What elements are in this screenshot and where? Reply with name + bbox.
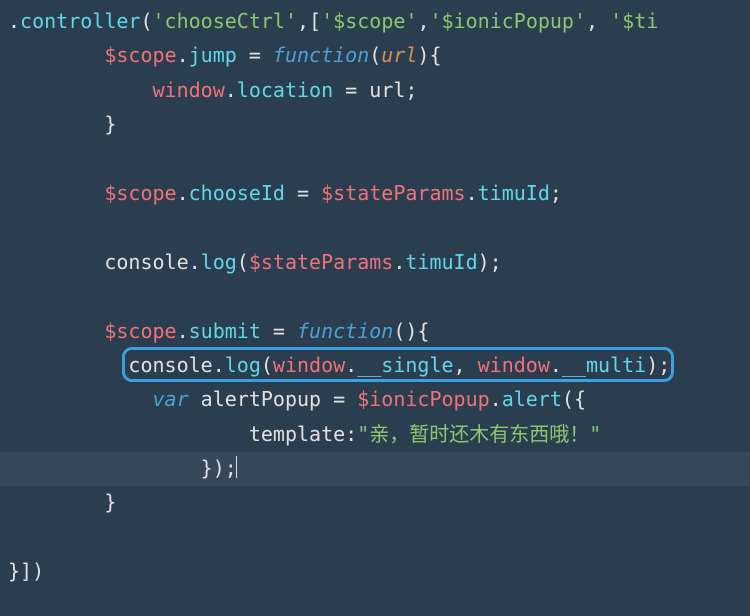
code-line: $scope.chooseId = $stateParams.timuId;: [8, 176, 750, 210]
code-line: console.log($stateParams.timuId);: [8, 245, 750, 279]
string: '$scope': [321, 9, 417, 33]
obj-scope: $scope: [104, 319, 176, 343]
indent: [8, 112, 104, 136]
string: "亲，暂时还木有东西哦！": [357, 422, 601, 446]
punct: ,: [417, 9, 429, 33]
prop-multi: __multi: [562, 353, 646, 377]
colon: :: [345, 422, 357, 446]
selection-highlight: console.log(window.__single, window.__mu…: [128, 348, 670, 382]
paren: ){: [417, 43, 441, 67]
dot: .: [490, 387, 502, 411]
method-log: log: [225, 353, 261, 377]
code-line-blank: [8, 520, 750, 554]
dot: .: [8, 9, 20, 33]
code-line-cursor: });: [8, 451, 750, 485]
code-line: .controller('chooseCtrl',['$scope','$ion…: [8, 4, 750, 38]
paren: (: [369, 43, 381, 67]
paren: (: [237, 250, 249, 274]
method-alert: alert: [502, 387, 562, 411]
text-cursor: [236, 456, 238, 478]
obj-console: console.: [104, 250, 200, 274]
prop-single: __single: [357, 353, 453, 377]
indent: [8, 43, 104, 67]
code-line: }: [8, 107, 750, 141]
code-line: $scope.jump = function(url){: [8, 38, 750, 72]
punct: ,: [586, 9, 610, 33]
indent: [8, 422, 249, 446]
code-editor[interactable]: .controller('chooseCtrl',['$scope','$ion…: [8, 4, 750, 589]
dot: .: [345, 353, 357, 377]
code-line-blank: [8, 210, 750, 244]
brace-close: }]): [8, 559, 44, 583]
paren: (: [140, 9, 152, 33]
obj-scope: $scope: [104, 43, 176, 67]
code-line-blank: [8, 279, 750, 313]
obj-ionicPopup: $ionicPopup: [357, 387, 489, 411]
prop-chooseId: chooseId: [189, 181, 285, 205]
dot: .: [177, 43, 189, 67]
dot: .: [466, 181, 478, 205]
obj-scope: $scope: [104, 181, 176, 205]
eq: =: [237, 43, 273, 67]
kw-function: function: [297, 319, 393, 343]
indent: [8, 78, 153, 102]
eq: =: [261, 319, 297, 343]
indent: [8, 353, 128, 377]
prop-timuId: timuId: [405, 250, 477, 274]
prop-jump: jump: [189, 43, 237, 67]
obj-stateParams: $stateParams: [321, 181, 466, 205]
paren: );: [646, 353, 670, 377]
obj-window: window: [153, 78, 225, 102]
string: '$ionicPopup': [429, 9, 586, 33]
method-log: log: [201, 250, 237, 274]
obj-console: console.: [128, 353, 224, 377]
dot: .: [177, 319, 189, 343]
parens: (){: [393, 319, 429, 343]
obj-window: window: [478, 353, 550, 377]
prop-submit: submit: [189, 319, 261, 343]
comma: ,: [454, 353, 478, 377]
kw-function: function: [273, 43, 369, 67]
obj-window: window: [273, 353, 345, 377]
code-line: template:"亲，暂时还木有东西哦！": [8, 417, 750, 451]
indent: [8, 319, 104, 343]
eq: = url;: [333, 78, 417, 102]
prop-location: location: [237, 78, 333, 102]
indent: [8, 387, 153, 411]
kw-var: var: [153, 387, 189, 411]
brace-close: });: [201, 456, 237, 480]
indent: [8, 490, 104, 514]
string: '$ti: [610, 9, 658, 33]
code-line: $scope.submit = function(){: [8, 314, 750, 348]
method-controller: controller: [20, 9, 140, 33]
code-line: var alertPopup = $ionicPopup.alert({: [8, 382, 750, 416]
paren: ({: [562, 387, 586, 411]
indent: [8, 250, 104, 274]
code-line: }: [8, 485, 750, 519]
brace: }: [104, 112, 116, 136]
var-decl: alertPopup =: [189, 387, 358, 411]
paren: );: [478, 250, 502, 274]
code-line-highlighted: console.log(window.__single, window.__mu…: [8, 348, 750, 382]
semi: ;: [550, 181, 562, 205]
punct: ,[: [297, 9, 321, 33]
eq: =: [285, 181, 321, 205]
string: 'chooseCtrl': [153, 9, 298, 33]
dot: .: [550, 353, 562, 377]
dot: .: [393, 250, 405, 274]
paren: (: [261, 353, 273, 377]
indent: [8, 181, 104, 205]
param-url: url: [381, 43, 417, 67]
code-line-blank: [8, 142, 750, 176]
dot: .: [177, 181, 189, 205]
code-line: window.location = url;: [8, 73, 750, 107]
prop-timuId: timuId: [478, 181, 550, 205]
brace: }: [104, 490, 116, 514]
prop-template: template: [249, 422, 345, 446]
obj-stateParams: $stateParams: [249, 250, 394, 274]
indent: [8, 456, 201, 480]
dot: .: [225, 78, 237, 102]
code-line: }]): [8, 554, 750, 588]
